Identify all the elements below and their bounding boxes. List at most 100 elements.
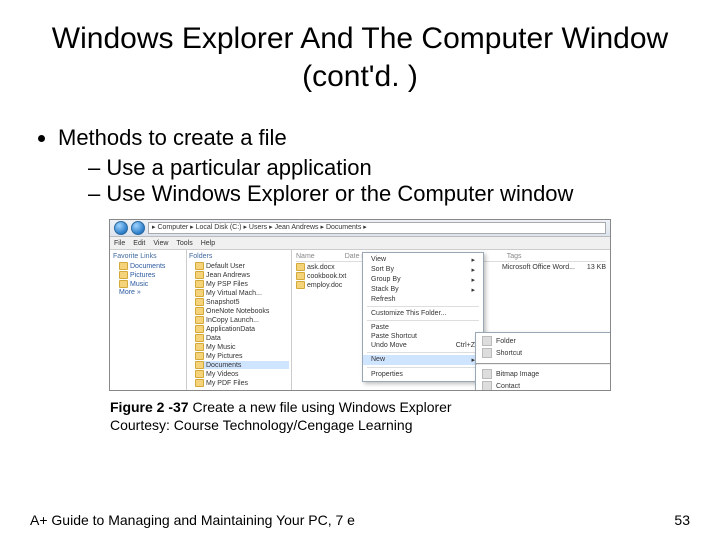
tree-node[interactable]: Default User: [195, 262, 289, 270]
tree-node[interactable]: My Videos: [195, 370, 289, 378]
page-number: 53: [674, 512, 690, 528]
shortcut-icon: [482, 348, 492, 358]
folder-icon: [195, 379, 204, 387]
explorer-window: ▸ Computer ▸ Local Disk (C:) ▸ Users ▸ J…: [109, 219, 611, 391]
figure-courtesy: Courtesy: Course Technology/Cengage Lear…: [110, 417, 413, 433]
new-submenu: Folder Shortcut Bitmap Image Contact Mic…: [475, 332, 610, 390]
bullet-main-text: Methods to create a file: [58, 125, 287, 150]
menu-separator: [476, 363, 610, 365]
favorites-pane: Favorite Links Documents Pictures Music …: [110, 250, 187, 390]
ctx-refresh[interactable]: Refresh: [363, 295, 483, 304]
tree-node[interactable]: ApplicationData: [195, 325, 289, 333]
footer-text: A+ Guide to Managing and Maintaining You…: [30, 512, 355, 528]
figure-number: Figure 2 -37: [110, 399, 192, 415]
col-name[interactable]: Name: [296, 253, 315, 260]
fav-documents[interactable]: Documents: [119, 262, 183, 270]
folders-header: Folders: [189, 253, 289, 260]
file-list-pane: Name Date modified Type Size Tags ask.do…: [292, 250, 610, 390]
submenu-arrow-icon: ▸: [471, 256, 475, 264]
tree-node[interactable]: My PSP Files: [195, 280, 289, 288]
tree-node[interactable]: My Music: [195, 343, 289, 351]
sub-bullet-2: Use Windows Explorer or the Computer win…: [88, 181, 690, 207]
folder-icon: [195, 262, 204, 270]
nav-back-button[interactable]: [114, 221, 128, 235]
address-bar: ▸ Computer ▸ Local Disk (C:) ▸ Users ▸ J…: [110, 220, 610, 237]
new-contact[interactable]: Contact: [476, 380, 610, 390]
folder-icon: [195, 334, 204, 342]
context-menu: View▸ Sort By▸ Group By▸ Stack By▸ Refre…: [362, 252, 484, 382]
menu-separator: [367, 352, 479, 353]
ctx-group[interactable]: Group By▸: [363, 275, 483, 285]
explorer-body: Favorite Links Documents Pictures Music …: [110, 250, 610, 390]
sub-bullet-1: Use a particular application: [88, 155, 690, 181]
tree-node[interactable]: My Pictures: [195, 352, 289, 360]
menu-separator: [367, 320, 479, 321]
ctx-view[interactable]: View▸: [363, 255, 483, 265]
fav-music[interactable]: Music: [119, 280, 183, 288]
col-tags[interactable]: Tags: [507, 253, 522, 260]
folder-icon: [195, 271, 204, 279]
address-path[interactable]: ▸ Computer ▸ Local Disk (C:) ▸ Users ▸ J…: [148, 222, 606, 234]
ctx-properties[interactable]: Properties: [363, 370, 483, 379]
new-shortcut[interactable]: Shortcut: [476, 347, 610, 359]
submenu-arrow-icon: ▸: [471, 286, 475, 294]
folder-tree: Folders Default User Jean Andrews My PSP…: [187, 250, 292, 390]
folder-icon: [195, 289, 204, 297]
folder-icon: [195, 343, 204, 351]
ctx-paste-shortcut[interactable]: Paste Shortcut: [363, 332, 483, 341]
bitmap-icon: [482, 369, 492, 379]
ctx-paste[interactable]: Paste: [363, 323, 483, 332]
folder-icon: [195, 361, 204, 369]
tree-node[interactable]: Jean Andrews: [195, 271, 289, 279]
tree-node[interactable]: InCopy Launch...: [195, 316, 289, 324]
figure-title: Create a new file using Windows Explorer: [192, 399, 451, 415]
fav-pictures[interactable]: Pictures: [119, 271, 183, 279]
ctx-stack[interactable]: Stack By▸: [363, 285, 483, 295]
menu-tools[interactable]: Tools: [176, 240, 192, 247]
folder-icon: [482, 336, 492, 346]
menu-separator: [367, 367, 479, 368]
sub-bullet-list: Use a particular application Use Windows…: [58, 155, 690, 207]
folder-icon: [195, 352, 204, 360]
new-folder[interactable]: Folder: [476, 335, 610, 347]
folder-icon: [195, 316, 204, 324]
ctx-new[interactable]: New▸: [363, 355, 483, 365]
folder-icon: [195, 307, 204, 315]
menu-view[interactable]: View: [153, 240, 168, 247]
bullet-list: Methods to create a file Use a particula…: [30, 125, 690, 207]
slide: Windows Explorer And The Computer Window…: [0, 0, 720, 540]
submenu-arrow-icon: ▸: [471, 266, 475, 274]
fav-more[interactable]: More »: [119, 289, 183, 296]
ctx-customize[interactable]: Customize This Folder...: [363, 309, 483, 318]
bullet-main: Methods to create a file Use a particula…: [58, 125, 690, 207]
figure-wrap: ▸ Computer ▸ Local Disk (C:) ▸ Users ▸ J…: [30, 219, 690, 434]
document-icon: [119, 262, 128, 270]
music-icon: [119, 280, 128, 288]
menu-file[interactable]: File: [114, 240, 125, 247]
menu-bar: File Edit View Tools Help: [110, 237, 610, 250]
tree-node[interactable]: Snapshot5: [195, 298, 289, 306]
tree-node[interactable]: My PDF Files: [195, 379, 289, 387]
contact-icon: [482, 381, 492, 390]
menu-separator: [367, 306, 479, 307]
ctx-sort[interactable]: Sort By▸: [363, 265, 483, 275]
figure-caption: Figure 2 -37 Create a new file using Win…: [110, 399, 610, 434]
folder-icon: [195, 325, 204, 333]
ctx-undo[interactable]: Undo MoveCtrl+Z: [363, 341, 483, 350]
file-icon: [296, 281, 305, 289]
tree-node[interactable]: Data: [195, 334, 289, 342]
tree-node[interactable]: OneNote Notebooks: [195, 307, 289, 315]
folder-icon: [195, 280, 204, 288]
new-bitmap[interactable]: Bitmap Image: [476, 368, 610, 380]
tree-node[interactable]: My Virtual Mach...: [195, 289, 289, 297]
menu-help[interactable]: Help: [201, 240, 215, 247]
tree-node-selected[interactable]: Documents: [195, 361, 289, 369]
folder-icon: [195, 370, 204, 378]
file-icon: [296, 263, 305, 271]
nav-forward-button[interactable]: [131, 221, 145, 235]
file-icon: [296, 272, 305, 280]
picture-icon: [119, 271, 128, 279]
folder-icon: [195, 298, 204, 306]
slide-footer: A+ Guide to Managing and Maintaining You…: [30, 512, 690, 528]
menu-edit[interactable]: Edit: [133, 240, 145, 247]
